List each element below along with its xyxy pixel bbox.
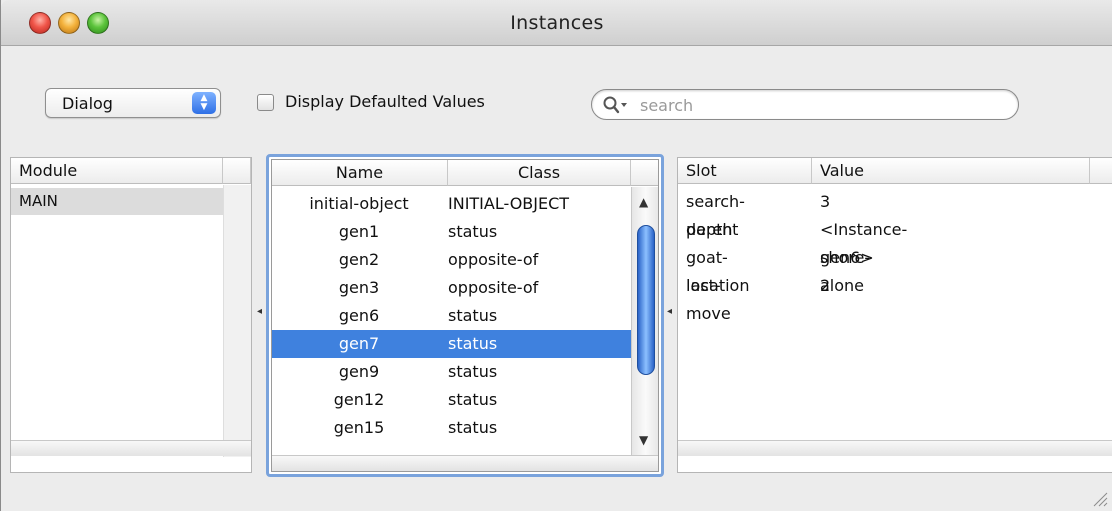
instance-list-focus-ring: Name Class initial-object INITIAL-OBJECT… — [266, 154, 664, 477]
table-row-selected[interactable]: gen7 status — [272, 330, 631, 358]
display-defaulted-checkbox[interactable] — [257, 94, 274, 111]
list-item[interactable]: MAIN — [11, 188, 223, 215]
instance-list[interactable]: Name Class initial-object INITIAL-OBJECT… — [271, 159, 659, 472]
module-header-filler — [223, 158, 251, 184]
table-row[interactable]: gen15 status — [272, 414, 631, 442]
instance-horizontal-scrollbar[interactable] — [272, 455, 658, 471]
search-input[interactable] — [640, 94, 1000, 116]
search-icon[interactable] — [602, 95, 630, 115]
slot-name: last-move — [686, 276, 731, 323]
module-list[interactable]: Module MAIN — [10, 157, 252, 473]
value-column-header[interactable]: Value — [812, 158, 1090, 184]
instance-class: opposite-of — [448, 278, 539, 297]
instance-name: gen6 — [338, 306, 380, 325]
instance-class: INITIAL-OBJECT — [448, 194, 570, 213]
name-column-header[interactable]: Name — [272, 160, 448, 186]
table-row[interactable]: gen12 status — [272, 386, 631, 414]
resize-grip-icon[interactable] — [1090, 489, 1108, 507]
search-field[interactable] — [591, 89, 1019, 120]
splitter-grip-icon[interactable]: ◂ — [667, 306, 672, 317]
slot-value: alone — [820, 276, 865, 295]
instance-class: status — [448, 418, 498, 437]
slot-horizontal-scrollbar[interactable] — [678, 440, 1112, 456]
scroll-up-arrow-icon[interactable]: ▲ — [639, 195, 648, 209]
display-defaulted-label[interactable]: Display Defaulted Values — [285, 92, 485, 111]
instance-name: gen7 — [338, 334, 380, 353]
slot-list[interactable]: Slot Value search-depth 3 parent <Instan… — [677, 157, 1112, 473]
instance-name: gen12 — [333, 390, 385, 409]
instance-name: gen9 — [338, 362, 380, 381]
table-row[interactable]: gen6 status — [272, 302, 631, 330]
slot-value: 3 — [820, 192, 831, 211]
scroll-thumb[interactable] — [637, 225, 655, 375]
instance-name: gen3 — [338, 278, 380, 297]
instance-name: gen1 — [338, 222, 380, 241]
instance-class: status — [448, 390, 498, 409]
title-bar[interactable]: Instances — [1, 0, 1112, 46]
view-select-value: Dialog — [62, 94, 113, 113]
instance-name: initial-object — [309, 194, 409, 213]
table-row[interactable]: gen3 opposite-of — [272, 274, 631, 302]
instance-class: status — [448, 362, 498, 381]
instance-class: status — [448, 222, 498, 241]
class-column-header[interactable]: Class — [448, 160, 631, 186]
instance-class: status — [448, 334, 498, 353]
table-row[interactable]: gen2 opposite-of — [272, 246, 631, 274]
scroll-down-arrow-icon[interactable]: ▼ — [639, 433, 648, 447]
instance-name: gen2 — [338, 250, 380, 269]
module-scroll-track — [223, 185, 251, 457]
popup-arrows-icon: ▲ ▼ — [192, 92, 216, 114]
view-select[interactable]: Dialog ▲ ▼ — [45, 88, 221, 118]
slot-column-header[interactable]: Slot — [678, 158, 812, 184]
module-column-header[interactable]: Module — [11, 158, 223, 184]
table-row[interactable]: gen1 status — [272, 218, 631, 246]
slot-header-filler — [1090, 158, 1112, 184]
slot-name: parent — [686, 220, 739, 239]
instance-class: status — [448, 306, 498, 325]
module-horizontal-scrollbar[interactable] — [11, 440, 251, 456]
instance-class: opposite-of — [448, 250, 539, 269]
instance-name: gen15 — [333, 418, 385, 437]
table-row[interactable]: initial-object INITIAL-OBJECT — [272, 190, 631, 218]
instance-header-filler — [631, 160, 658, 186]
instances-window: Instances Dialog ▲ ▼ Display Defaulted Va… — [0, 0, 1112, 511]
instance-vertical-scrollbar[interactable]: ▲ ▼ — [631, 187, 658, 455]
splitter-grip-icon[interactable]: ◂ — [257, 306, 262, 317]
window-title: Instances — [510, 12, 604, 34]
table-row[interactable]: gen9 status — [272, 358, 631, 386]
